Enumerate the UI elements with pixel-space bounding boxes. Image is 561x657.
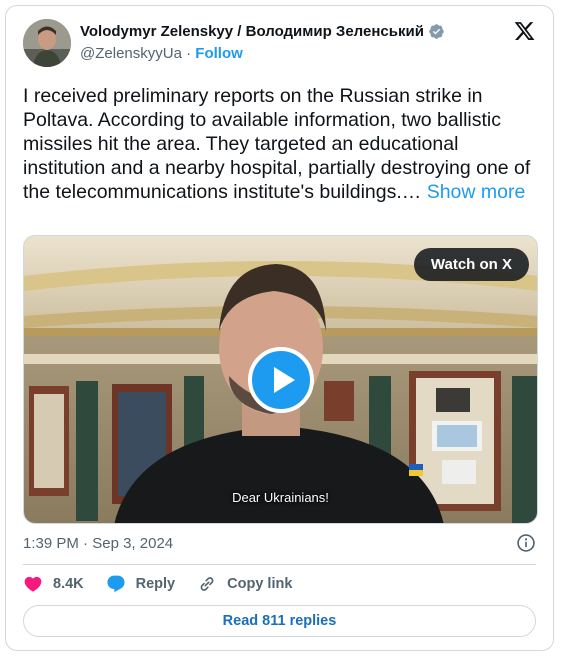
read-replies-button[interactable]: Read 811 replies <box>23 605 536 637</box>
tweet-date: Sep 3, 2024 <box>92 535 174 552</box>
avatar[interactable] <box>23 19 71 67</box>
handle-row: @ZelenskyyUa · Follow <box>80 45 243 62</box>
video-caption: Dear Ukrainians! <box>232 490 329 505</box>
read-replies-label: Read 811 replies <box>222 613 337 629</box>
reply-button[interactable]: Reply <box>106 574 176 594</box>
reply-label: Reply <box>135 576 176 592</box>
divider <box>23 564 536 565</box>
tweet-time: 1:39 PM <box>23 535 79 552</box>
follow-button[interactable]: Follow <box>195 45 243 62</box>
x-logo-icon[interactable] <box>513 20 536 42</box>
copy-link-label: Copy link <box>227 576 293 592</box>
handle-separator: · <box>186 45 192 62</box>
timestamp-separator: · <box>83 535 89 552</box>
play-icon[interactable] <box>248 347 314 413</box>
video-player[interactable]: Watch on X Dear Ukrainians! <box>23 235 538 524</box>
watch-on-x-button[interactable]: Watch on X <box>413 248 529 281</box>
tweet-timestamp[interactable]: 1:39 PM · Sep 3, 2024 <box>23 535 173 552</box>
link-icon <box>200 577 214 591</box>
info-icon[interactable] <box>516 533 536 553</box>
author-handle[interactable]: @ZelenskyyUa <box>80 45 182 62</box>
tweet-card: Volodymyr Zelenskyy / Володимир Зеленськ… <box>5 5 554 651</box>
copy-link-button[interactable]: Copy link <box>197 574 292 594</box>
like-button[interactable]: 8.4K <box>23 574 84 594</box>
tweet-text: I received preliminary reports on the Ru… <box>23 84 538 204</box>
show-more-link[interactable]: Show more <box>427 181 526 203</box>
like-count: 8.4K <box>53 576 84 592</box>
reply-bubble-icon <box>107 575 125 593</box>
verified-badge-icon <box>429 24 444 39</box>
action-bar: 8.4K Reply Copy link <box>23 574 314 594</box>
author-name[interactable]: Volodymyr Zelenskyy / Володимир Зеленськ… <box>80 23 424 40</box>
heart-icon <box>24 576 42 592</box>
author-name-row: Volodymyr Zelenskyy / Володимир Зеленськ… <box>80 23 445 40</box>
